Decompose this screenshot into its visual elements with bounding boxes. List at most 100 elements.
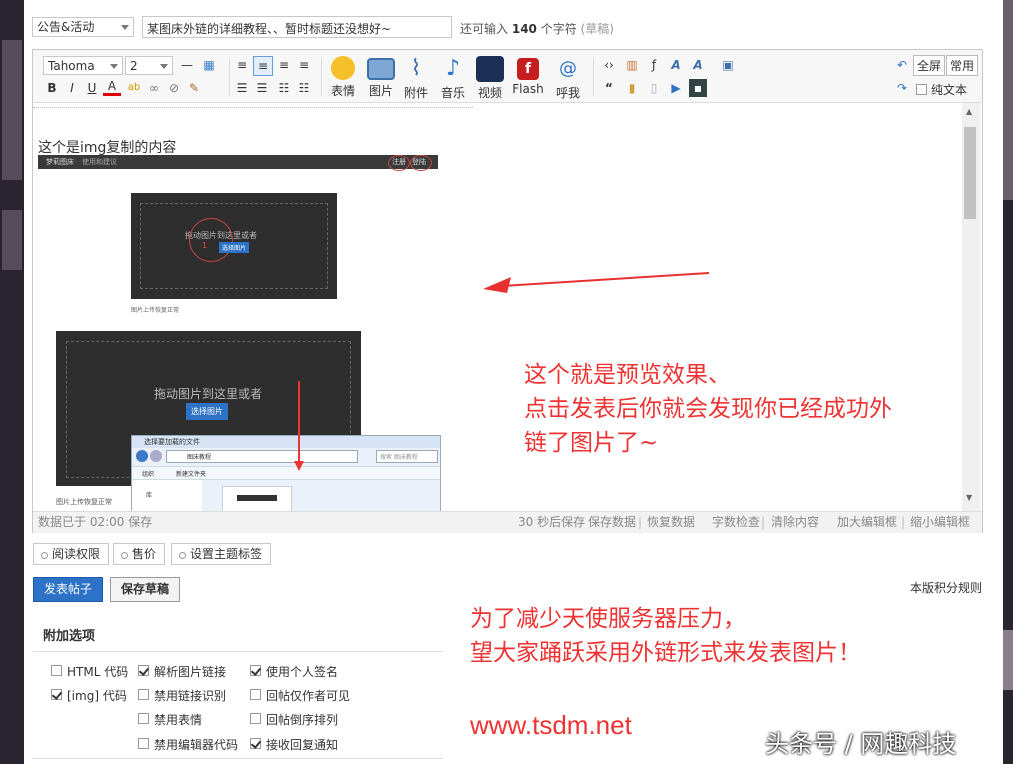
scrollbar-thumb[interactable] [964, 127, 976, 219]
tab-topic-tags[interactable]: 设置主题标签 [171, 543, 272, 565]
options-divider-bottom [33, 758, 443, 759]
status-divider: | [761, 515, 766, 529]
float-right-icon[interactable]: ☰ [253, 79, 271, 97]
step-number: 1 [202, 241, 208, 250]
parse-image-link-label: 解析图片链接 [154, 665, 227, 679]
unlink-icon[interactable]: ⊘ [165, 79, 183, 97]
disable-smilies-checkbox[interactable] [138, 713, 149, 724]
parse-image-link-checkbox[interactable] [138, 665, 149, 676]
page-icon[interactable]: ▣ [719, 56, 737, 74]
font-family-value: Tahoma [48, 59, 95, 73]
quote-icon[interactable]: “ [600, 79, 618, 97]
font-a-icon[interactable]: A [667, 56, 685, 74]
image-button[interactable]: 图片 [364, 56, 398, 99]
italic-icon[interactable]: I [63, 79, 81, 97]
options-divider [33, 651, 443, 652]
attachment-button[interactable]: ⌇ 附件 [399, 56, 433, 101]
tab-read-permission[interactable]: 阅读权限 [33, 543, 110, 565]
undo-icon[interactable]: ↶ [893, 56, 911, 74]
highlight-circle [410, 155, 432, 171]
char-counter-suffix: 个字符 [540, 22, 577, 36]
plaintext-checkbox[interactable] [916, 84, 927, 95]
flash-button[interactable]: f Flash [510, 56, 546, 96]
enlarge-editor-link[interactable]: 加大编辑框 [837, 512, 897, 533]
watermark: 头条号 / 网趣科技 [765, 730, 957, 758]
clear-content-link[interactable]: 清除内容 [771, 512, 819, 533]
scroll-down-icon[interactable]: ▼ [966, 493, 972, 502]
forward-icon [150, 450, 162, 462]
highlight-circle [189, 218, 233, 262]
hide-icon[interactable]: ▮ [623, 79, 641, 97]
credit-rules-link[interactable]: 本版积分规则 [910, 579, 982, 596]
float-left-icon[interactable]: ☰ [233, 79, 251, 97]
mp3-icon[interactable]: ▶ [667, 79, 685, 97]
align-right-icon[interactable]: ≡ [295, 56, 313, 74]
char-counter-prefix: 还可输入 [460, 22, 509, 36]
disable-editor-code-checkbox[interactable] [138, 738, 149, 749]
shrink-editor-link[interactable]: 缩小编辑框 [910, 512, 970, 533]
font-family-select[interactable]: Tahoma [43, 56, 123, 75]
restore-data-link[interactable]: 恢复数据 [647, 512, 695, 533]
link-icon[interactable]: ∞ [145, 79, 163, 97]
tab-price[interactable]: 售价 [113, 543, 166, 565]
common-button[interactable]: 常用 [946, 55, 979, 76]
music-button[interactable]: ♪ 音乐 [436, 56, 470, 101]
align-left-icon[interactable]: ≡ [233, 56, 251, 74]
publish-button[interactable]: 发表帖子 [33, 577, 104, 602]
editor-scrollbar[interactable]: ▲ ▼ [962, 103, 980, 511]
category-select-value: 公告&活动 [37, 20, 95, 34]
emoticon-button[interactable]: 表情 [326, 56, 360, 99]
underline-icon[interactable]: U [83, 79, 101, 97]
code-icon[interactable]: ‹› [600, 56, 618, 74]
video-button[interactable]: 视频 [473, 56, 507, 101]
pasted-screenshot-2: 拖动图片到这里或者 选择图片 图片上传恢复正常 选择要加载的文件 图床教程 搜索… [56, 331, 441, 511]
img-code-label: [img] 代码 [67, 689, 127, 703]
dropzone-select-button-large: 选择图片 [186, 403, 228, 420]
chevron-down-icon [121, 25, 129, 30]
use-signature-checkbox[interactable] [250, 665, 261, 676]
content-text: 这个是img复制的内容 [38, 140, 177, 156]
smiley-icon [331, 56, 355, 80]
pointer-arrow-shaft [501, 272, 709, 287]
reply-author-only-checkbox[interactable] [250, 689, 261, 700]
category-select[interactable]: 公告&活动 [32, 17, 134, 37]
fullscreen-button[interactable]: 全屏 [913, 55, 946, 76]
flash-small-icon[interactable]: ƒ [645, 56, 663, 74]
title-input[interactable]: 某图床外链的详细教程、、暂时标题还没想好~ [142, 16, 452, 38]
font-color-icon[interactable]: A [103, 79, 121, 96]
avatar-image-icon[interactable]: ▪ [689, 79, 707, 97]
receive-reply-notice-checkbox[interactable] [250, 738, 261, 749]
unordered-list-icon[interactable]: ☷ [295, 79, 313, 97]
right-background-artwork [1003, 0, 1013, 764]
img-code-checkbox[interactable] [51, 689, 62, 700]
bold-icon[interactable]: B [43, 79, 61, 97]
file-dialog-path-text: 图床教程 [187, 454, 212, 461]
flash-icon: f [517, 58, 539, 80]
horizontal-rule-icon[interactable]: — [178, 56, 196, 74]
save-data-link[interactable]: 保存数据 [588, 512, 636, 533]
clear-format-icon[interactable]: ✎ [185, 79, 203, 97]
file-thumbnail-bar [237, 495, 277, 501]
align-center-icon[interactable]: ≡ [275, 56, 293, 74]
font-a2-icon[interactable]: A [689, 56, 707, 74]
password-icon[interactable]: ▯ [645, 79, 663, 97]
ordered-list-icon[interactable]: ☷ [275, 79, 293, 97]
music-label: 音乐 [440, 86, 465, 100]
reverse-reply-order-label: 回帖倒序排列 [266, 713, 339, 727]
word-count-link[interactable]: 字数检查 [712, 512, 760, 533]
save-draft-button[interactable]: 保存草稿 [110, 577, 181, 602]
disable-link-detection-checkbox[interactable] [138, 689, 149, 700]
draft-label: (草稿) [580, 22, 614, 36]
background-color-icon[interactable]: ab [125, 79, 143, 97]
table-icon[interactable]: ▦ [200, 56, 218, 74]
scroll-up-icon[interactable]: ▲ [966, 107, 972, 116]
align-left-active-icon[interactable]: ≡ [253, 56, 273, 76]
html-code-checkbox[interactable] [51, 665, 62, 676]
font-size-select[interactable]: 2 [125, 56, 173, 75]
redo-icon[interactable]: ↷ [893, 79, 911, 97]
annotation-site: www.tsdm.net [470, 710, 632, 740]
mention-button[interactable]: @ 呼我 [551, 56, 585, 101]
file-dialog-search: 搜索 图床教程 [376, 450, 438, 463]
free-icon[interactable]: ▥ [623, 56, 641, 74]
reverse-reply-order-checkbox[interactable] [250, 713, 261, 724]
